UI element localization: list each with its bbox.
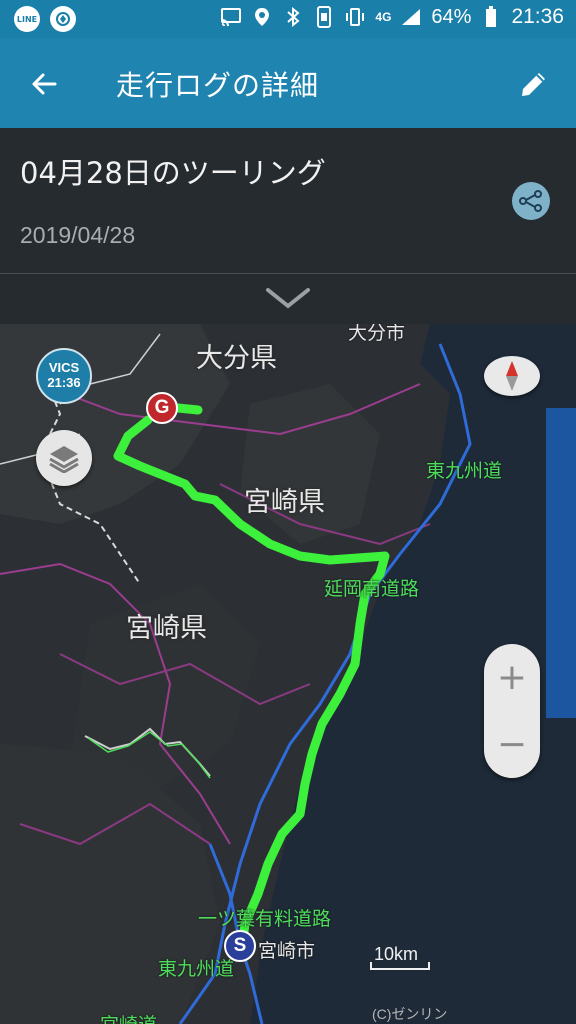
expand-bar[interactable]: [0, 274, 576, 324]
back-button[interactable]: [22, 62, 66, 106]
compass-icon: [506, 361, 518, 391]
layers-icon: [49, 446, 79, 473]
vics-label: VICS: [48, 360, 80, 375]
phone-icon: [313, 6, 335, 28]
pencil-icon: [522, 73, 545, 96]
share-icon: [519, 190, 542, 212]
road-label-higashikyushu-south: 東九州道: [158, 958, 235, 980]
sea-strip: [546, 408, 576, 718]
map-scale: 10km: [370, 944, 430, 970]
chevron-down-icon[interactable]: [262, 282, 314, 316]
layers-button[interactable]: [36, 430, 92, 486]
map-copyright: (C)ゼンリン: [372, 1006, 448, 1022]
line-app-icon: LINE: [14, 6, 40, 32]
battery-icon: [480, 6, 502, 28]
zoom-control: + −: [484, 644, 540, 778]
tour-title: 04月28日のツーリング: [20, 156, 326, 190]
cast-icon: [220, 6, 242, 28]
road-label-hitotsuba: 一ツ葉有料道路: [198, 908, 332, 930]
prefecture-label-miyazaki-1: 宮崎県: [244, 487, 325, 518]
prefecture-label-miyazaki-2: 宮崎県: [126, 613, 207, 644]
road-label-higashikyushu-north: 東九州道: [426, 460, 503, 482]
battery-percent: 64%: [431, 5, 472, 28]
start-marker[interactable]: S: [224, 930, 256, 962]
status-bar: LINE 4G 64% 21:36: [0, 0, 576, 38]
app-notification-icon: [50, 6, 76, 32]
compass-button[interactable]: [484, 356, 540, 396]
page-title: 走行ログの詳細: [116, 69, 320, 102]
road-label-miyazaki-expressway: 宮崎道: [100, 1010, 157, 1024]
edit-button[interactable]: [512, 62, 556, 106]
goal-marker[interactable]: G: [146, 392, 178, 424]
prefecture-label-oita: 大分県: [196, 343, 277, 374]
zoom-out-button[interactable]: −: [484, 711, 540, 778]
zoom-in-button[interactable]: +: [484, 644, 540, 711]
share-button[interactable]: [512, 182, 550, 220]
city-label-oita: 大分市: [348, 324, 406, 344]
city-label-miyazaki: 宮崎市: [258, 940, 316, 962]
location-icon: [251, 6, 273, 28]
scale-bar: [370, 962, 430, 970]
bluetooth-icon: [282, 6, 304, 28]
status-time: 21:36: [511, 5, 564, 28]
route-map[interactable]: 大分県 宮崎県 宮崎県 東九州道 延岡南道路 一ツ葉有料道路 東九州道 宮崎道 …: [0, 324, 576, 1024]
vics-time: 21:36: [47, 375, 81, 390]
vibrate-icon: [344, 6, 366, 28]
tour-date: 2019/04/28: [20, 222, 136, 248]
tour-info-panel: 04月28日のツーリング 2019/04/28: [0, 128, 576, 273]
app-bar: 走行ログの詳細: [0, 38, 576, 128]
signal-icon: [400, 6, 422, 28]
arrow-left-icon: [32, 73, 57, 95]
network-type-label: 4G: [375, 10, 392, 24]
vics-button[interactable]: VICS 21:36: [36, 348, 92, 404]
road-label-nobeoka-minami: 延岡南道路: [324, 578, 420, 600]
